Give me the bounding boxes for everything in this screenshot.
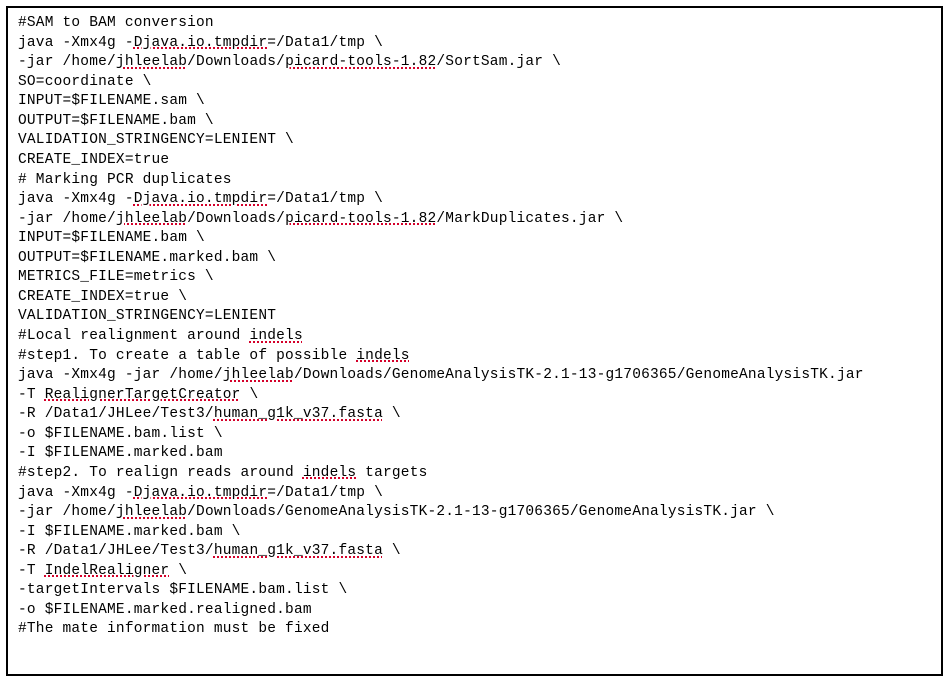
- code-line[interactable]: OUTPUT=$FILENAME.bam \: [18, 112, 931, 132]
- code-text: -T: [18, 387, 45, 403]
- code-text: #Local realignment around: [18, 328, 249, 344]
- spellcheck-underline: indels: [356, 348, 409, 364]
- spellcheck-underline: Djava.io.tmpdir: [134, 485, 268, 501]
- code-text: # Marking PCR duplicates: [18, 172, 232, 188]
- code-line[interactable]: #step2. To realign reads around indels t…: [18, 464, 931, 484]
- code-text: VALIDATION_STRINGENCY=LENIENT: [18, 308, 276, 324]
- spellcheck-underline: indels: [249, 328, 302, 344]
- code-text: /Downloads/GenomeAnalysisTK-2.1-13-g1706…: [294, 367, 864, 383]
- code-line[interactable]: -jar /home/jhleelab/Downloads/picard-too…: [18, 53, 931, 73]
- code-line[interactable]: #step1. To create a table of possible in…: [18, 347, 931, 367]
- spellcheck-underline: indels: [303, 465, 356, 481]
- code-line[interactable]: # Marking PCR duplicates: [18, 171, 931, 191]
- spellcheck-underline: jhleelab: [116, 504, 187, 520]
- code-text: /Downloads/: [187, 54, 285, 70]
- code-text: METRICS_FILE=metrics \: [18, 269, 214, 285]
- code-text: -T: [18, 563, 45, 579]
- code-line[interactable]: INPUT=$FILENAME.sam \: [18, 92, 931, 112]
- code-line[interactable]: -I $FILENAME.marked.bam \: [18, 523, 931, 543]
- code-line[interactable]: -T IndelRealigner \: [18, 562, 931, 582]
- code-text: INPUT=$FILENAME.bam \: [18, 230, 205, 246]
- spellcheck-underline: picard-tools-1.82: [285, 54, 436, 70]
- code-line[interactable]: CREATE_INDEX=true: [18, 151, 931, 171]
- code-line[interactable]: -jar /home/jhleelab/Downloads/picard-too…: [18, 210, 931, 230]
- code-text: OUTPUT=$FILENAME.bam \: [18, 113, 214, 129]
- code-line[interactable]: VALIDATION_STRINGENCY=LENIENT \: [18, 131, 931, 151]
- code-line[interactable]: -o $FILENAME.bam.list \: [18, 425, 931, 445]
- code-text: /MarkDuplicates.jar \: [436, 211, 623, 227]
- code-text: #step2. To realign reads around: [18, 465, 303, 481]
- code-line[interactable]: METRICS_FILE=metrics \: [18, 268, 931, 288]
- code-text: \: [383, 406, 401, 422]
- code-text: -jar /home/: [18, 504, 116, 520]
- spellcheck-underline: picard-tools-1.82: [285, 211, 436, 227]
- code-line[interactable]: java -Xmx4g -jar /home/jhleelab/Download…: [18, 366, 931, 386]
- code-text: -targetIntervals $FILENAME.bam.list \: [18, 582, 347, 598]
- code-line[interactable]: VALIDATION_STRINGENCY=LENIENT: [18, 307, 931, 327]
- code-text: INPUT=$FILENAME.sam \: [18, 93, 205, 109]
- code-line[interactable]: -I $FILENAME.marked.bam: [18, 444, 931, 464]
- code-line[interactable]: #SAM to BAM conversion: [18, 14, 931, 34]
- code-text: -jar /home/: [18, 54, 116, 70]
- code-text: -I $FILENAME.marked.bam \: [18, 524, 241, 540]
- spellcheck-underline: RealignerTargetCreator: [45, 387, 241, 403]
- code-text: -R /Data1/JHLee/Test3/: [18, 406, 214, 422]
- code-text: targets: [356, 465, 427, 481]
- spellcheck-underline: human_g1k_v37.fasta: [214, 406, 383, 422]
- code-line[interactable]: java -Xmx4g -Djava.io.tmpdir=/Data1/tmp …: [18, 34, 931, 54]
- code-editor-viewport[interactable]: #SAM to BAM conversionjava -Xmx4g -Djava…: [6, 6, 943, 676]
- code-line[interactable]: CREATE_INDEX=true \: [18, 288, 931, 308]
- code-line[interactable]: -o $FILENAME.marked.realigned.bam: [18, 601, 931, 621]
- code-line[interactable]: OUTPUT=$FILENAME.marked.bam \: [18, 249, 931, 269]
- code-text: -I $FILENAME.marked.bam: [18, 445, 223, 461]
- code-text: /Downloads/GenomeAnalysisTK-2.1-13-g1706…: [187, 504, 775, 520]
- spellcheck-underline: jhleelab: [223, 367, 294, 383]
- code-text: CREATE_INDEX=true \: [18, 289, 187, 305]
- code-line[interactable]: #Local realignment around indels: [18, 327, 931, 347]
- code-text: -o $FILENAME.marked.realigned.bam: [18, 602, 312, 618]
- spellcheck-underline: Djava.io.tmpdir: [134, 191, 268, 207]
- code-line[interactable]: -T RealignerTargetCreator \: [18, 386, 931, 406]
- spellcheck-underline: IndelRealigner: [45, 563, 170, 579]
- code-text: -o $FILENAME.bam.list \: [18, 426, 223, 442]
- code-text: =/Data1/tmp \: [267, 485, 383, 501]
- code-text: CREATE_INDEX=true: [18, 152, 169, 168]
- code-text: VALIDATION_STRINGENCY=LENIENT \: [18, 132, 294, 148]
- code-text: java -Xmx4g -: [18, 35, 134, 51]
- code-text: java -Xmx4g -: [18, 191, 134, 207]
- code-line[interactable]: #The mate information must be fixed: [18, 620, 931, 640]
- code-text: =/Data1/tmp \: [267, 35, 383, 51]
- code-text: /Downloads/: [187, 211, 285, 227]
- code-line[interactable]: -jar /home/jhleelab/Downloads/GenomeAnal…: [18, 503, 931, 523]
- code-text: #step1. To create a table of possible: [18, 348, 356, 364]
- code-text: \: [241, 387, 259, 403]
- spellcheck-underline: Djava.io.tmpdir: [134, 35, 268, 51]
- code-line[interactable]: INPUT=$FILENAME.bam \: [18, 229, 931, 249]
- code-text: #The mate information must be fixed: [18, 621, 330, 637]
- code-text: java -Xmx4g -jar /home/: [18, 367, 223, 383]
- code-text: java -Xmx4g -: [18, 485, 134, 501]
- code-text: =/Data1/tmp \: [267, 191, 383, 207]
- code-text: -R /Data1/JHLee/Test3/: [18, 543, 214, 559]
- code-line[interactable]: -R /Data1/JHLee/Test3/human_g1k_v37.fast…: [18, 542, 931, 562]
- code-line[interactable]: -targetIntervals $FILENAME.bam.list \: [18, 581, 931, 601]
- code-line[interactable]: -R /Data1/JHLee/Test3/human_g1k_v37.fast…: [18, 405, 931, 425]
- code-text: OUTPUT=$FILENAME.marked.bam \: [18, 250, 276, 266]
- code-text: SO=coordinate \: [18, 74, 152, 90]
- code-text: \: [169, 563, 187, 579]
- code-text: #SAM to BAM conversion: [18, 15, 214, 31]
- code-line[interactable]: SO=coordinate \: [18, 73, 931, 93]
- code-text: \: [383, 543, 401, 559]
- code-text: -jar /home/: [18, 211, 116, 227]
- code-line[interactable]: java -Xmx4g -Djava.io.tmpdir=/Data1/tmp …: [18, 190, 931, 210]
- code-line[interactable]: java -Xmx4g -Djava.io.tmpdir=/Data1/tmp …: [18, 484, 931, 504]
- spellcheck-underline: jhleelab: [116, 211, 187, 227]
- spellcheck-underline: jhleelab: [116, 54, 187, 70]
- spellcheck-underline: human_g1k_v37.fasta: [214, 543, 383, 559]
- code-text: /SortSam.jar \: [436, 54, 561, 70]
